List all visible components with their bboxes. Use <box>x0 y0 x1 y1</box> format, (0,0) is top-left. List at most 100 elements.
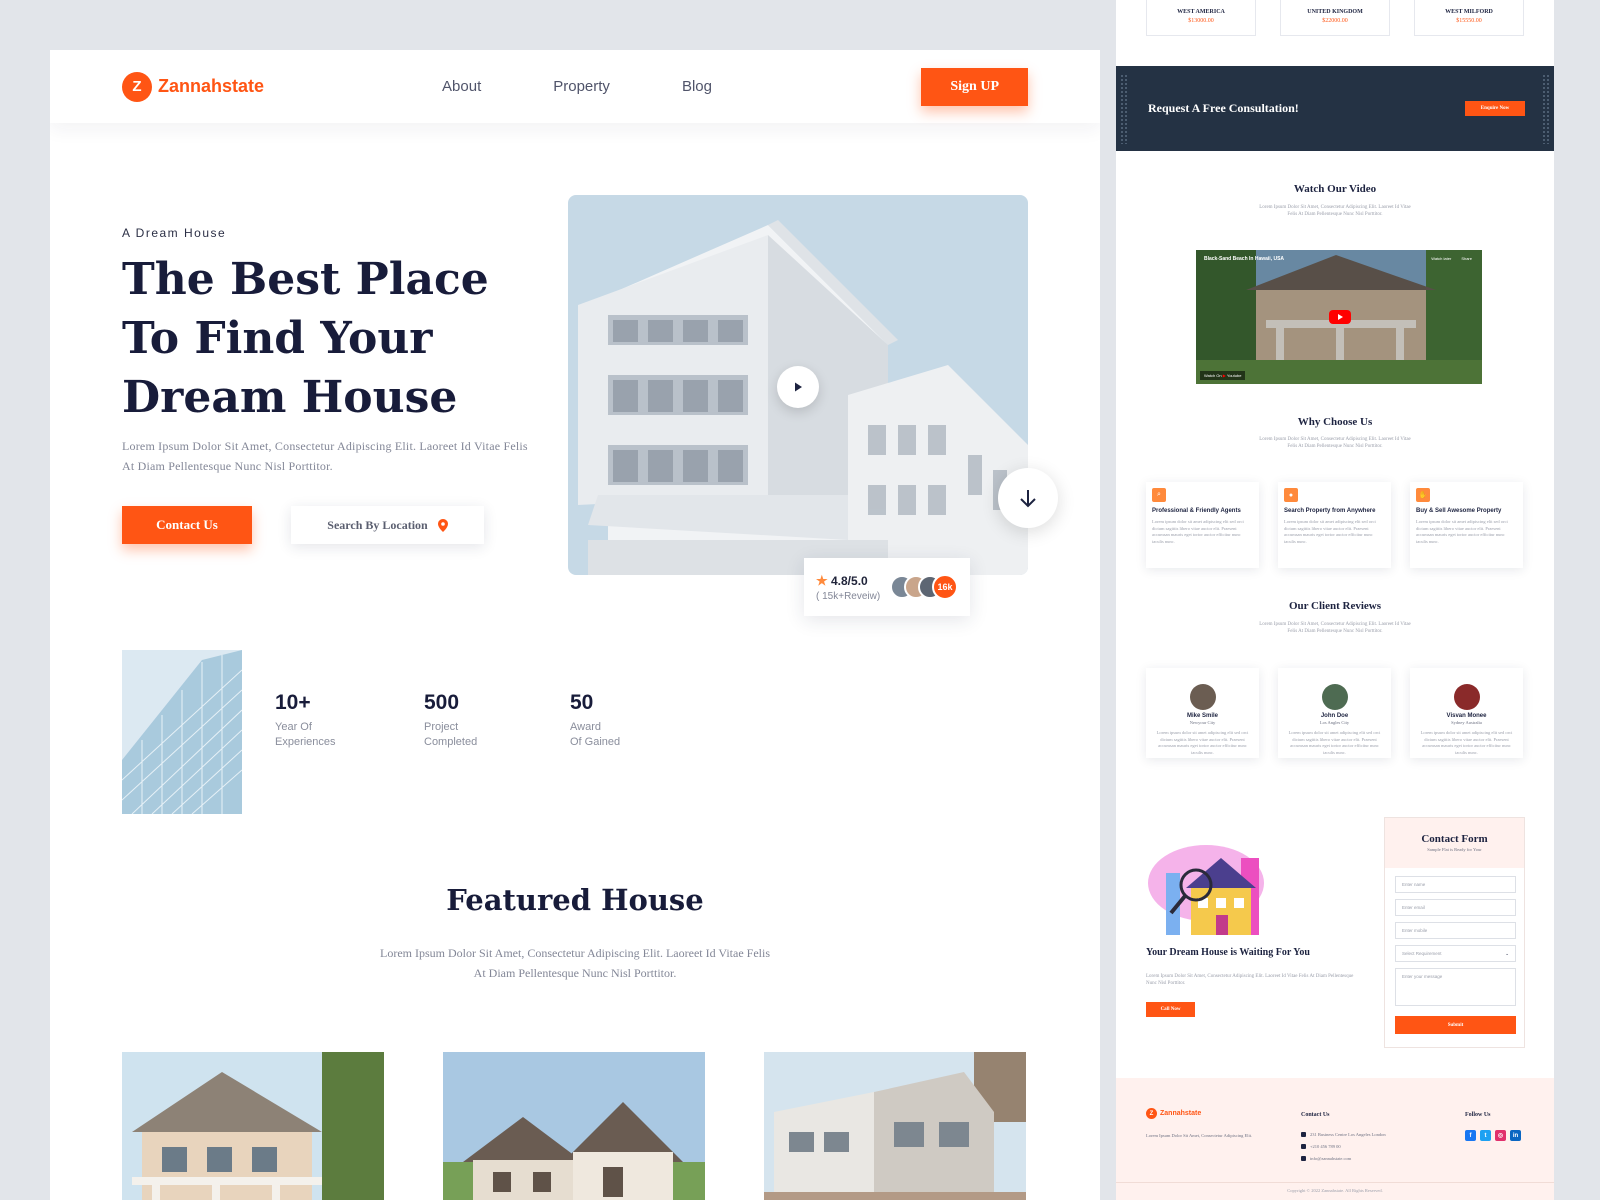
reviewer-count-badge: 16k <box>932 574 958 600</box>
email-field[interactable]: Enter email <box>1395 899 1516 916</box>
facebook-icon[interactable]: f <box>1465 1130 1476 1141</box>
review-text: Lorem ipsum dolor sit amet adipiscing el… <box>1288 730 1381 755</box>
location-name: UNITED KINGDOM <box>1307 9 1363 15</box>
glass-building-image <box>121 650 243 815</box>
signup-button[interactable]: Sign UP <box>921 67 1028 106</box>
play-icon <box>1338 314 1343 320</box>
avatar <box>1453 684 1480 710</box>
why-card: ✋ Buy & Sell Awesome Property Lorem ipsu… <box>1410 482 1523 568</box>
location-price: $13000.00 <box>1188 18 1214 24</box>
name-field[interactable]: Enter name <box>1395 876 1516 893</box>
submit-button[interactable]: Submit <box>1395 1016 1516 1034</box>
linkedin-icon[interactable]: in <box>1510 1130 1521 1141</box>
top-navbar: Z Zannahstate About Property Blog Sign U… <box>50 50 1100 123</box>
why-card-title: Search Property from Anywhere <box>1284 508 1376 514</box>
avatar <box>1321 684 1348 710</box>
contact-us-button[interactable]: Contact Us <box>122 506 252 544</box>
stat-label: Year Of Experiences <box>275 721 336 748</box>
featured-house-image[interactable] <box>122 1052 384 1200</box>
footer-contact-heading: Contact Us <box>1301 1112 1330 1118</box>
instagram-icon[interactable]: ◎ <box>1495 1130 1506 1141</box>
hand-icon: ✋ <box>1416 488 1430 502</box>
avatar <box>1189 684 1216 710</box>
brand-name: Zannahstate <box>158 76 265 96</box>
stat-label: Project Completed <box>424 721 478 748</box>
stat-projects: 500 Project Completed <box>424 691 477 750</box>
youtube-label: Youtube <box>1226 373 1242 378</box>
youtube-play-button[interactable] <box>1329 310 1351 324</box>
message-field[interactable]: Enter your message <box>1395 968 1516 1006</box>
featured-house-image[interactable] <box>764 1052 1026 1200</box>
location-card[interactable]: WEST MILFORD $15550.00 <box>1414 0 1524 36</box>
footer-address: 231 Business Centre Los Angeles London <box>1301 1132 1386 1137</box>
watch-later-button[interactable]: Watch later <box>1431 256 1451 261</box>
reviewer-city: Sydney Australia <box>1451 720 1482 725</box>
video-tools: Watch later Share <box>1431 256 1472 261</box>
nav-about[interactable]: About <box>442 78 481 95</box>
dream-house-illustration <box>1146 843 1284 935</box>
location-card[interactable]: UNITED KINGDOM $22000.00 <box>1280 0 1390 36</box>
location-price: $15550.00 <box>1456 18 1482 24</box>
enquire-now-button[interactable]: Enquire Now <box>1465 101 1525 116</box>
footer-phone[interactable]: +210 456 789 00 <box>1301 1144 1341 1149</box>
landing-main-panel: Z Zannahstate About Property Blog Sign U… <box>50 50 1100 1200</box>
review-card: Visvan Monee Sydney Australia Lorem ipsu… <box>1410 668 1523 758</box>
stat-value: 50 <box>570 691 594 714</box>
consultation-text: Request A Free Consultation! <box>1148 101 1299 115</box>
footer-email[interactable]: info@zannahstate.com <box>1301 1156 1351 1161</box>
contact-form-title: Contact Form <box>1421 833 1488 845</box>
location-name: WEST MILFORD <box>1445 9 1493 15</box>
requirement-select-value: Select Requirement <box>1402 951 1442 956</box>
watch-on-label: Watch On <box>1204 373 1222 378</box>
footer-logo[interactable]: Z Zannahstate <box>1146 1108 1201 1119</box>
play-icon <box>795 382 802 392</box>
brand-logo[interactable]: Z Zannahstate <box>122 71 265 102</box>
stat-awards: 50 Award Of Gained <box>570 691 620 750</box>
mail-icon <box>1301 1156 1306 1161</box>
landing-overview-panel: WEST AMERICA $13000.00 UNITED KINGDOM $2… <box>1116 0 1554 1200</box>
video-section-title: Watch Our Video <box>1293 183 1377 195</box>
search-by-location-button[interactable]: Search By Location <box>291 506 484 544</box>
user-icon: ● <box>1284 488 1298 502</box>
why-card-title: Buy & Sell Awesome Property <box>1416 508 1502 514</box>
phone-text: +210 456 789 00 <box>1310 1144 1341 1149</box>
reviewer-city: Los Angles City <box>1319 720 1350 725</box>
location-price: $22000.00 <box>1322 18 1348 24</box>
location-name: WEST AMERICA <box>1177 9 1225 15</box>
contact-form-subtitle: Sample Flat is Ready for Your <box>1427 847 1482 852</box>
mobile-field[interactable]: Enter mobile <box>1395 922 1516 939</box>
dream-house-description: Lorem Ipsum Dolor Sit Amet, Consectetur … <box>1146 974 1354 986</box>
review-card: Mike Smile Newyour City Lorem ipsum dolo… <box>1146 668 1259 758</box>
featured-title: Featured House <box>446 883 704 917</box>
featured-house-image[interactable] <box>443 1052 705 1200</box>
call-now-button[interactable]: Call Now <box>1146 1002 1195 1017</box>
watch-on-youtube-link[interactable]: Watch On ▶ Youtube <box>1200 371 1246 380</box>
stat-label: Award Of Gained <box>570 721 621 748</box>
rating-score: 4.8/5.0 <box>831 573 868 588</box>
logo-mark-icon: Z <box>1146 1108 1157 1119</box>
why-card-text: Lorem ipsum dolor sit amet adipiscing el… <box>1416 519 1508 544</box>
nav-blog[interactable]: Blog <box>682 78 712 95</box>
why-title: Why Choose Us <box>1297 416 1373 428</box>
phone-icon <box>1301 1144 1306 1149</box>
scroll-down-button[interactable] <box>998 468 1058 528</box>
video-player[interactable]: Black-Sand Beach In Hawaii, USA Watch la… <box>1196 250 1482 384</box>
requirement-select[interactable]: Select Requirement ⌄ <box>1395 945 1516 962</box>
search-location-label: Search By Location <box>327 517 428 532</box>
review-text: Lorem ipsum dolor sit amet adipiscing el… <box>1156 730 1249 755</box>
location-card[interactable]: WEST AMERICA $13000.00 <box>1146 0 1256 36</box>
nav-property[interactable]: Property <box>553 78 610 95</box>
hero-eyebrow: A Dream House <box>122 226 227 240</box>
share-button[interactable]: Share <box>1461 256 1472 261</box>
stat-value: 10+ <box>275 691 311 714</box>
featured-description: Lorem Ipsum Dolor Sit Amet, Consectetur … <box>380 946 770 980</box>
footer-follow-heading: Follow Us <box>1465 1112 1491 1118</box>
reviewer-name: Visvan Monee <box>1446 713 1487 719</box>
twitter-icon[interactable]: t <box>1480 1130 1491 1141</box>
reviews-description: Lorem Ipsum Dolor Sit Amet, Consectetur … <box>1259 622 1411 634</box>
location-icon <box>1301 1132 1306 1137</box>
play-video-button[interactable] <box>777 366 819 408</box>
hero-title: The Best Place To Find Your Dream House <box>122 254 489 423</box>
reviewer-name: John Doe <box>1320 713 1349 719</box>
youtube-icon: ▶ <box>1222 373 1226 378</box>
